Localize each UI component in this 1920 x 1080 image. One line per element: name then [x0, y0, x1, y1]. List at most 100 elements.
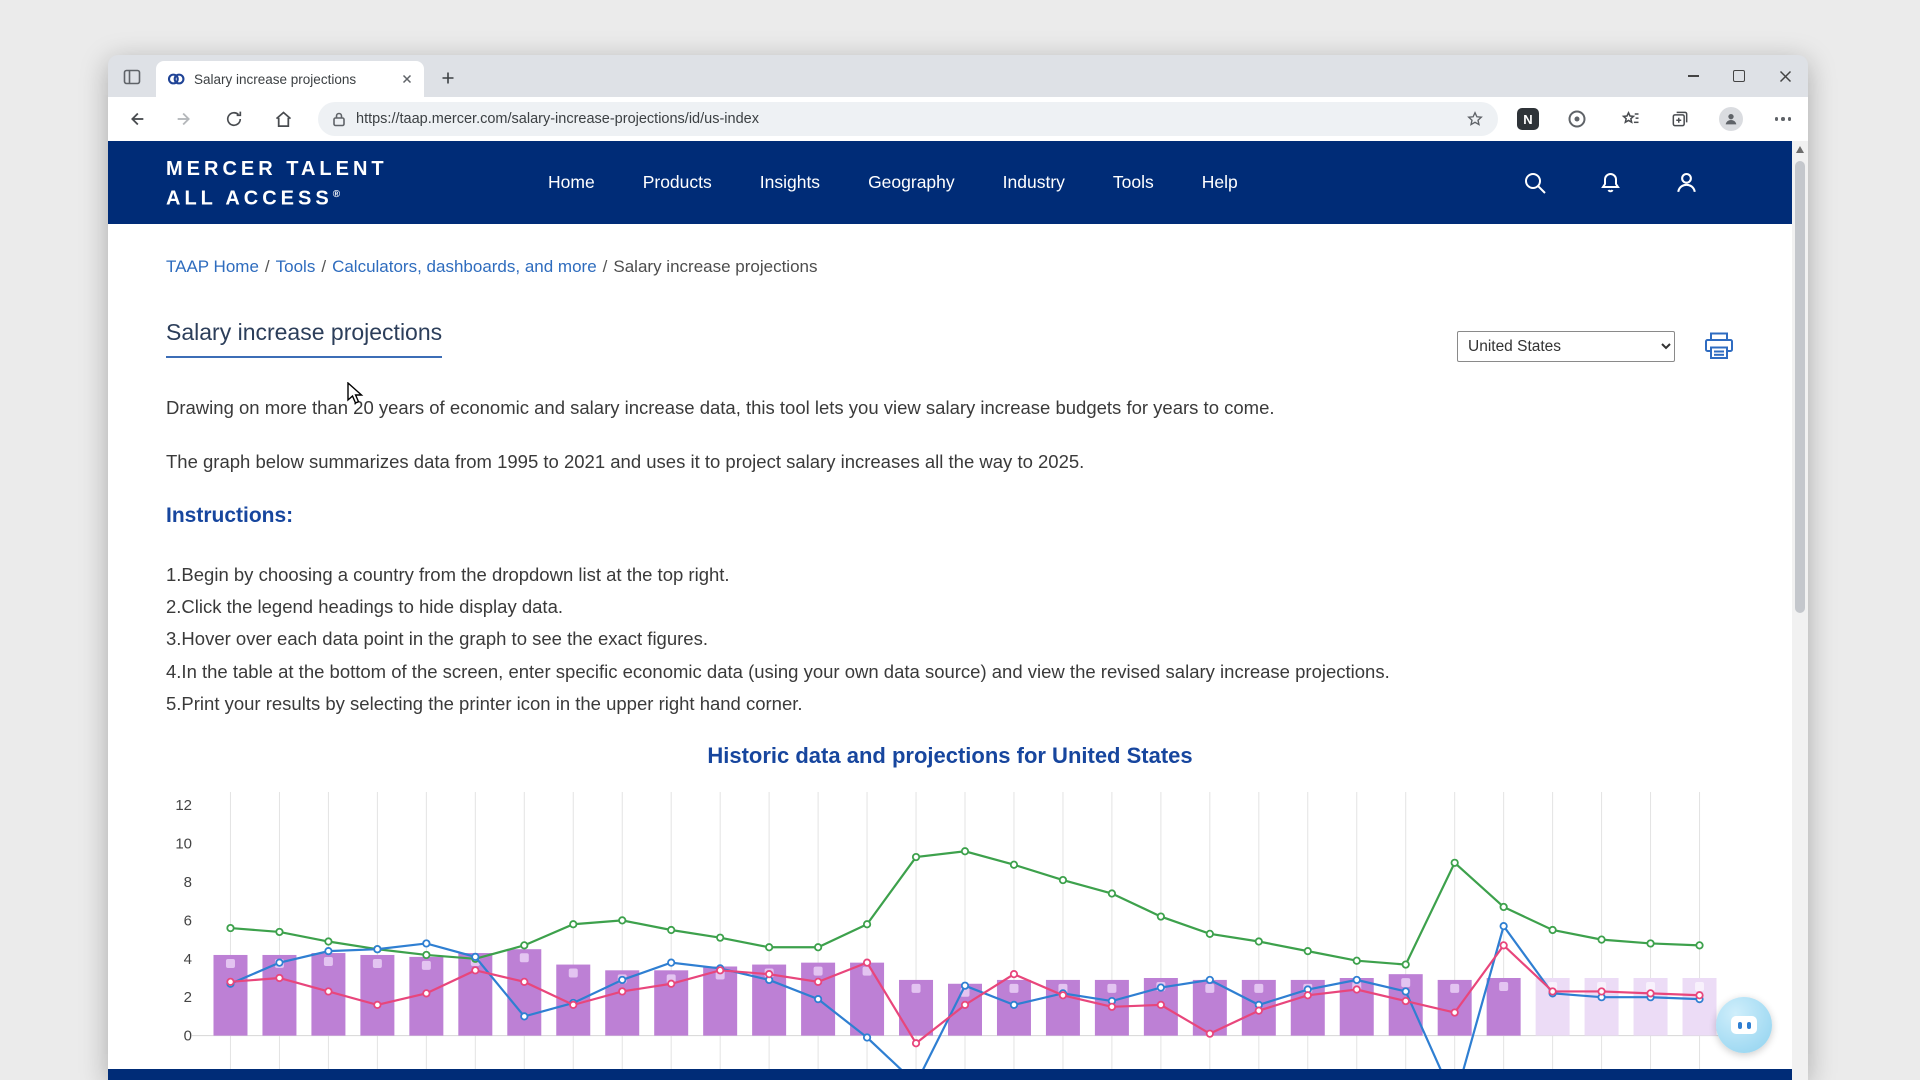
chart-point-green-line — [1207, 931, 1213, 937]
instructions-heading: Instructions: — [166, 504, 293, 528]
url-text: https://taap.mercer.com/salary-increase-… — [356, 111, 1466, 127]
notifications-bell-icon[interactable] — [1598, 170, 1623, 196]
chart-bar-marker — [912, 984, 921, 993]
chart-bar-marker — [1009, 984, 1018, 993]
chart-point-green-line — [1451, 860, 1457, 866]
maximize-button[interactable] — [1716, 55, 1762, 97]
nav-item-help[interactable]: Help — [1202, 172, 1238, 193]
search-icon[interactable] — [1522, 170, 1548, 196]
salary-chart[interactable]: 121086420 — [148, 786, 1758, 1069]
chart-ytick: 6 — [184, 912, 192, 929]
minimize-button[interactable] — [1670, 55, 1716, 97]
chart-point-green-line — [864, 921, 870, 927]
chart-ytick: 10 — [175, 836, 192, 853]
chart-point-pink-line — [276, 975, 282, 981]
extension-icon[interactable] — [1562, 104, 1592, 134]
chart-bar-marker — [1499, 982, 1508, 991]
favorites-icon[interactable] — [1616, 104, 1646, 134]
address-bar[interactable]: https://taap.mercer.com/salary-increase-… — [318, 102, 1498, 136]
chart-point-pink-line — [521, 979, 527, 985]
back-button[interactable] — [119, 104, 153, 134]
browser-window: Salary increase projections — [108, 55, 1808, 1080]
forward-button[interactable] — [168, 104, 202, 134]
nav-item-industry[interactable]: Industry — [1003, 172, 1065, 193]
collections-icon[interactable] — [1665, 104, 1695, 134]
chart-point-pink-line — [1500, 942, 1506, 948]
chart-point-green-line — [227, 925, 233, 931]
close-button[interactable] — [1762, 55, 1808, 97]
chart-bar-marker — [1205, 984, 1214, 993]
scrollbar-thumb[interactable] — [1795, 161, 1805, 613]
profile-avatar[interactable] — [1716, 104, 1746, 134]
chart-point-green-line — [1598, 936, 1604, 942]
site-favicon — [166, 72, 186, 86]
header-icons — [1522, 141, 1700, 224]
chart-point-pink-line — [1549, 988, 1555, 994]
breadcrumb-current: Salary increase projections — [613, 257, 817, 276]
chart-point-green-line — [325, 938, 331, 944]
browser-tab[interactable]: Salary increase projections — [156, 61, 424, 97]
nav-item-insights[interactable]: Insights — [760, 172, 820, 193]
chart-point-pink-line — [374, 1002, 380, 1008]
new-tab-button[interactable] — [434, 64, 462, 92]
chart-point-blue-line — [374, 946, 380, 952]
chart-point-blue-line — [521, 1013, 527, 1019]
breadcrumb: TAAP Home/Tools/Calculators, dashboards,… — [166, 257, 818, 277]
chart-point-green-line — [962, 848, 968, 854]
tab-close-icon[interactable] — [400, 72, 414, 86]
chart-point-pink-line — [1109, 1004, 1115, 1010]
tab-actions-icon[interactable] — [120, 65, 144, 89]
lock-icon[interactable] — [332, 111, 346, 127]
chart-point-blue-line — [1500, 923, 1506, 929]
chart-bar-marker — [1450, 984, 1459, 993]
user-profile-icon[interactable] — [1673, 169, 1700, 196]
chart-title: Historic data and projections for United… — [108, 743, 1792, 769]
chart-point-blue-line — [472, 954, 478, 960]
chart-ytick: 12 — [175, 797, 192, 814]
instruction-item-3: 3.Hover over each data point in the grap… — [166, 626, 708, 652]
nav-item-geography[interactable]: Geography — [868, 172, 955, 193]
nav-item-products[interactable]: Products — [643, 172, 712, 193]
main-nav: Home Products Insights Geography Industr… — [548, 141, 1238, 224]
instruction-item-4: 4.In the table at the bottom of the scre… — [166, 659, 1390, 685]
page-footer-strip — [108, 1069, 1792, 1080]
chart-point-green-line — [717, 934, 723, 940]
refresh-button[interactable] — [217, 104, 251, 134]
chart-point-green-line — [570, 921, 576, 927]
chart-point-green-line — [815, 944, 821, 950]
chart-point-pink-line — [1403, 998, 1409, 1004]
chart-point-green-line — [913, 854, 919, 860]
chart-point-green-line — [276, 929, 282, 935]
chart-bar-marker — [422, 961, 431, 970]
chart-point-green-line — [521, 942, 527, 948]
chart-point-pink-line — [913, 1040, 919, 1046]
chart-point-pink-line — [1158, 1002, 1164, 1008]
chart-point-blue-line — [1158, 984, 1164, 990]
more-menu-icon[interactable] — [1768, 104, 1798, 134]
site-logo[interactable]: MERCER TALENT ALL ACCESS® — [166, 157, 388, 212]
printer-icon[interactable] — [1700, 327, 1738, 365]
chart-point-pink-line — [227, 979, 233, 985]
breadcrumb-taap-home[interactable]: TAAP Home — [166, 257, 259, 276]
instruction-item-2: 2.Click the legend headings to hide disp… — [166, 594, 563, 620]
country-select[interactable]: United States — [1457, 331, 1675, 362]
chart-ytick: 2 — [184, 989, 192, 1006]
extension-n-icon[interactable]: N — [1513, 104, 1543, 134]
chart-point-green-line — [668, 927, 674, 933]
tab-title: Salary increase projections — [194, 72, 400, 87]
home-button[interactable] — [266, 104, 300, 134]
favorites-star-icon[interactable] — [1466, 110, 1484, 128]
nav-item-tools[interactable]: Tools — [1113, 172, 1154, 193]
chart-ytick: 4 — [184, 951, 192, 968]
chart-bar-marker — [1254, 984, 1263, 993]
breadcrumb-tools[interactable]: Tools — [276, 257, 316, 276]
breadcrumb-calculators[interactable]: Calculators, dashboards, and more — [332, 257, 597, 276]
chart-bar-marker — [324, 957, 333, 966]
nav-item-home[interactable]: Home — [548, 172, 595, 193]
scrollbar-up-arrow[interactable] — [1796, 146, 1804, 153]
chart-point-pink-line — [668, 981, 674, 987]
chat-widget-button[interactable] — [1716, 997, 1772, 1053]
site-header: MERCER TALENT ALL ACCESS® Home Products … — [108, 141, 1792, 224]
chart-point-pink-line — [619, 988, 625, 994]
page-scrollbar[interactable] — [1792, 141, 1808, 1080]
